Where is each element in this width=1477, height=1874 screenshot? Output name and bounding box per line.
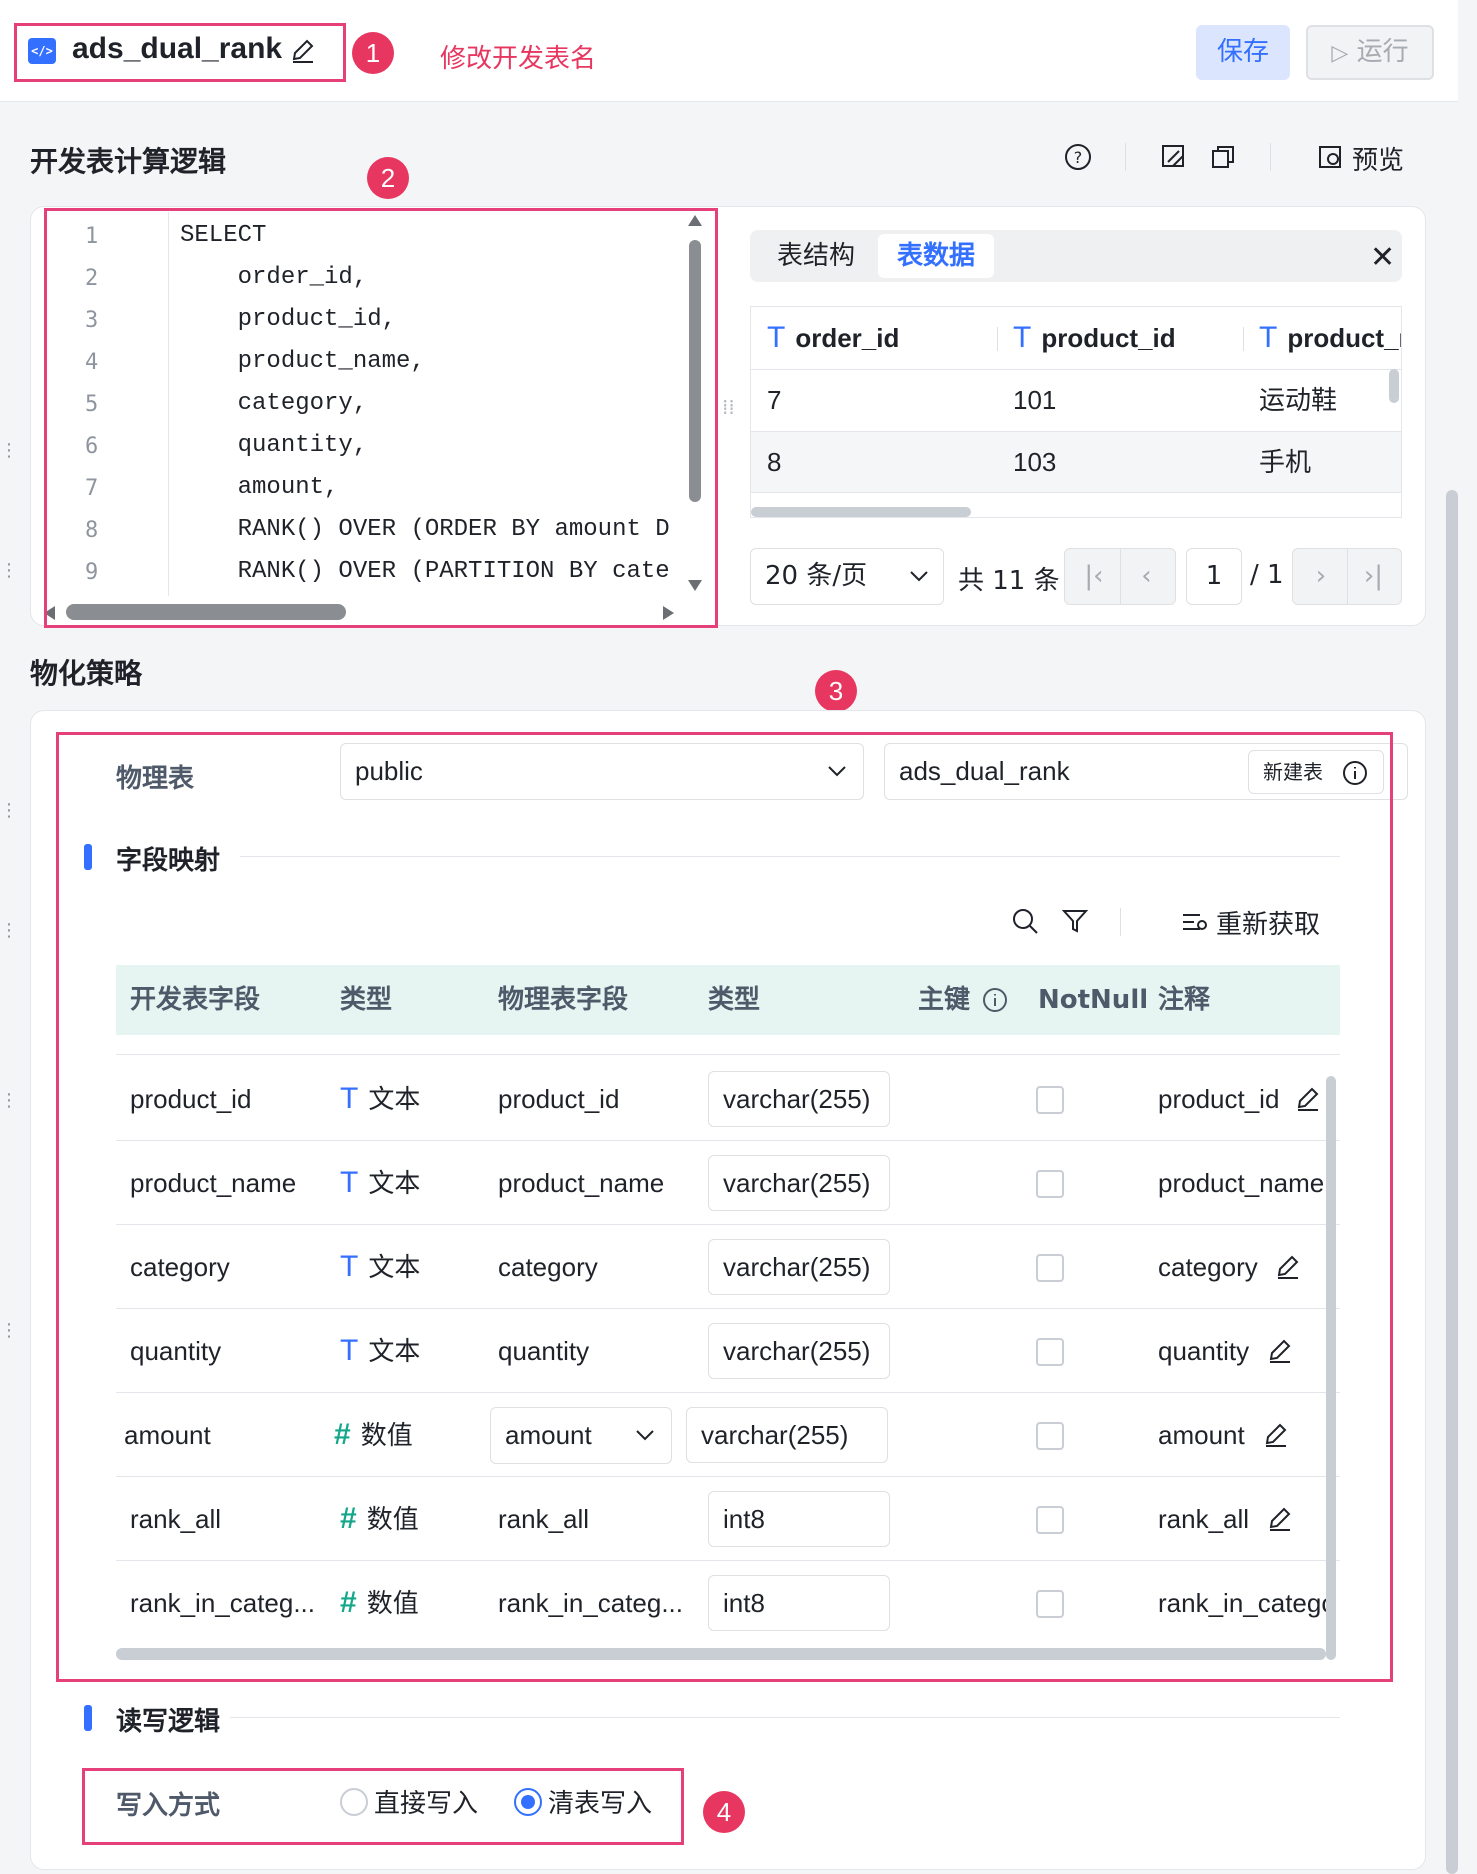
annotation-badge-2: 2	[367, 157, 409, 199]
pager-first-prev[interactable]: |‹ ‹	[1064, 548, 1176, 605]
tab-table-data[interactable]: 表数据	[878, 234, 994, 278]
annotation-box-3	[56, 732, 1393, 1682]
close-icon[interactable]: ✕	[1370, 240, 1395, 275]
drag-handle-icon[interactable]: ⋮	[0, 560, 18, 581]
drag-handle-icon[interactable]: ⋮	[0, 440, 18, 461]
grid-cell: 8	[767, 447, 782, 477]
prev-page-icon[interactable]: ‹	[1120, 549, 1172, 604]
next-page-icon[interactable]: ›	[1295, 549, 1347, 604]
section-marker	[84, 1705, 92, 1731]
text-type-icon: T	[1013, 321, 1032, 354]
drag-handle-icon[interactable]: ⋮	[0, 920, 18, 941]
grid-cell: 7	[767, 385, 782, 415]
help-icon[interactable]: ?	[1063, 142, 1093, 172]
column-header[interactable]: Tproduct_r	[1259, 307, 1401, 369]
column-header[interactable]: Tproduct_id	[1013, 307, 1176, 369]
copy-icon[interactable]	[1208, 142, 1238, 172]
drag-handle-icon[interactable]: ⋮	[0, 1320, 18, 1341]
toolbar-divider	[1270, 143, 1271, 171]
preview-button[interactable]: 预览	[1352, 140, 1404, 177]
rw-logic-title: 读写逻辑	[116, 1707, 221, 1737]
column-header[interactable]: Torder_id	[767, 307, 899, 369]
grid-cell: 101	[1013, 385, 1057, 415]
grid-cell: 手机	[1259, 447, 1312, 477]
annotation-badge-4: 4	[703, 1791, 745, 1833]
chevron-down-icon	[910, 571, 928, 582]
drag-handle-icon[interactable]: ⋮	[0, 800, 18, 821]
text-type-icon: T	[767, 321, 786, 354]
divider	[230, 1717, 1340, 1718]
resize-handle-icon[interactable]: ⁞⁞	[722, 397, 735, 417]
annotation-box-4	[82, 1768, 684, 1845]
page-number-input[interactable]: 1	[1186, 548, 1242, 605]
play-icon: ▷	[1331, 41, 1349, 66]
svg-text:?: ?	[1074, 148, 1083, 167]
grid-vertical-scrollbar[interactable]	[1389, 369, 1399, 403]
page-total: / 1	[1250, 560, 1284, 590]
grid-cell: 运动鞋	[1259, 385, 1338, 415]
page-vertical-scrollbar[interactable]	[1446, 490, 1458, 1874]
last-page-icon[interactable]: ›|	[1347, 549, 1399, 604]
toolbar-divider	[1125, 143, 1126, 171]
annotation-text: 修改开发表名	[440, 44, 597, 74]
grid-cell: 103	[1013, 447, 1057, 477]
pager-next-last[interactable]: › ›|	[1292, 548, 1402, 605]
save-button[interactable]: 保存	[1196, 25, 1290, 80]
annotation-badge-1: 1	[352, 32, 394, 74]
annotation-box-2	[44, 208, 718, 628]
preview-data-grid: Torder_id Tproduct_id Tproduct_r 7 101 运…	[750, 306, 1402, 518]
materialize-section-title: 物化策略	[30, 657, 143, 690]
logic-section-title: 开发表计算逻辑	[30, 145, 227, 178]
first-page-icon[interactable]: |‹	[1068, 549, 1120, 604]
format-icon[interactable]	[1159, 142, 1189, 172]
run-button[interactable]: ▷ 运行	[1306, 25, 1434, 80]
text-type-icon: T	[1259, 321, 1278, 354]
preview-icon[interactable]	[1316, 142, 1346, 172]
run-label: 运行	[1356, 37, 1409, 67]
page-size-select[interactable]: 20 条/页	[750, 548, 944, 605]
drag-handle-icon[interactable]: ⋮	[0, 1090, 18, 1111]
grid-horizontal-scrollbar[interactable]	[751, 507, 971, 517]
annotation-badge-3: 3	[815, 670, 857, 712]
total-count: 共 11 条	[958, 566, 1060, 596]
tab-table-structure[interactable]: 表结构	[756, 234, 876, 278]
annotation-box-1	[14, 23, 346, 82]
